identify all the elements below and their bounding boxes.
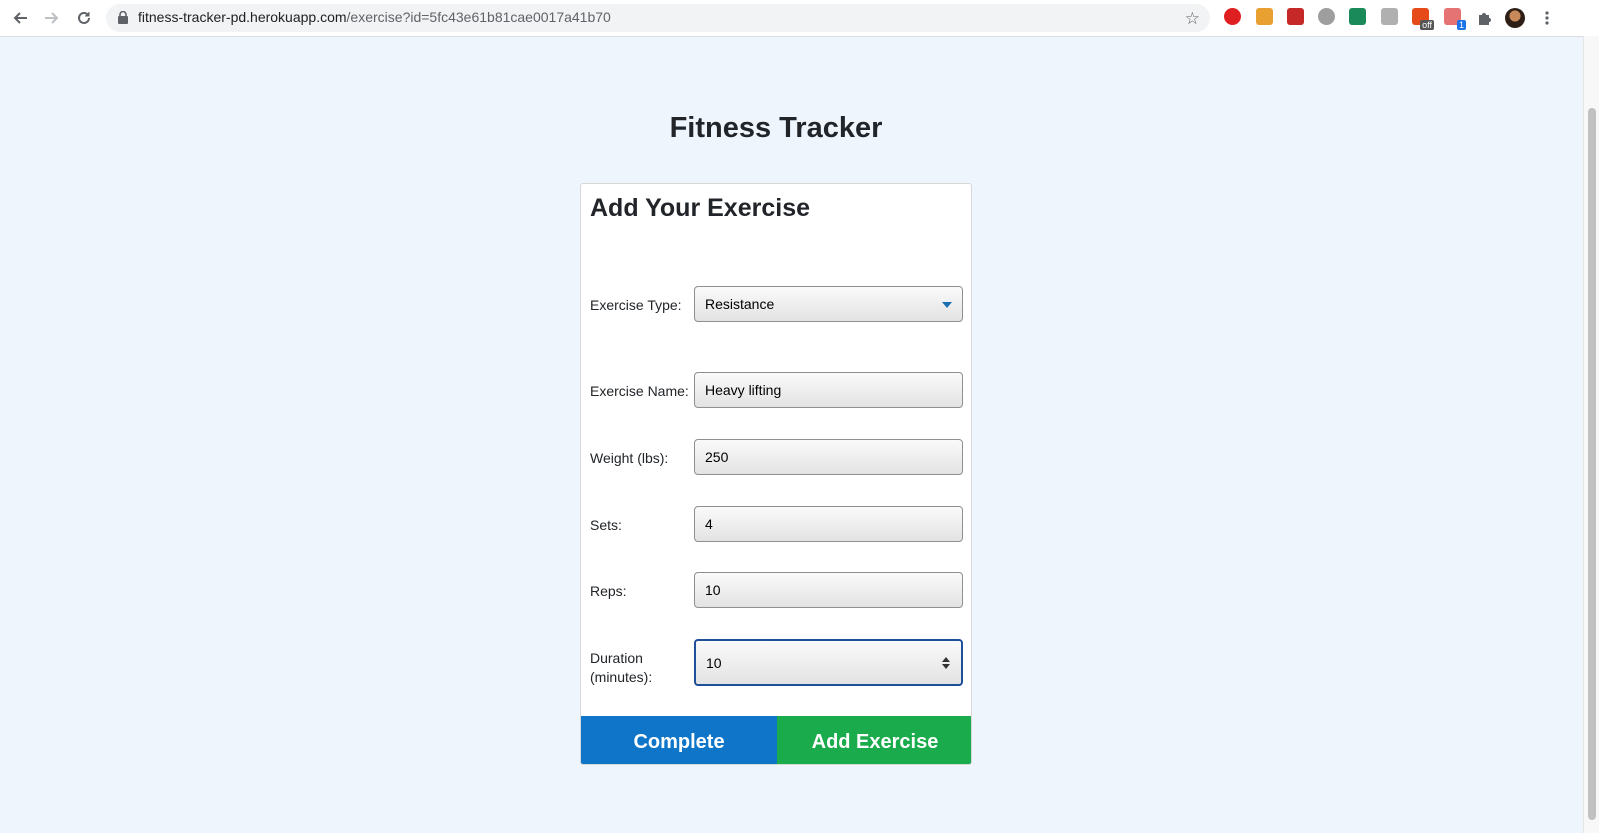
- duration-label: Duration (minutes):: [590, 649, 652, 687]
- browser-toolbar: fitness-tracker-pd.herokuapp.com/exercis…: [0, 0, 1599, 37]
- reps-input[interactable]: [695, 573, 962, 607]
- url-text: fitness-tracker-pd.herokuapp.com/exercis…: [138, 9, 611, 25]
- sets-input[interactable]: [695, 507, 962, 541]
- scrollbar-thumb[interactable]: [1588, 108, 1596, 820]
- puzzle-extensions-icon[interactable]: [1472, 6, 1496, 30]
- number-spinner-icon[interactable]: [942, 657, 950, 669]
- duration-label-line2: (minutes):: [590, 669, 653, 685]
- duration-label-line1: Duration: [590, 650, 643, 666]
- reload-icon[interactable]: [72, 6, 96, 30]
- exercise-type-label: Exercise Type:: [590, 297, 682, 313]
- add-exercise-button[interactable]: Add Exercise: [777, 716, 971, 764]
- chevron-down-icon: [942, 302, 952, 308]
- extension-gray-bubble-icon[interactable]: [1318, 8, 1335, 25]
- add-exercise-card: Add Your Exercise Exercise Type: Resista…: [580, 183, 972, 765]
- page-title: Fitness Tracker: [669, 112, 883, 144]
- weight-input[interactable]: [695, 440, 962, 474]
- sets-label: Sets:: [590, 517, 622, 533]
- exercise-name-field: [694, 372, 963, 408]
- exercise-type-select[interactable]: Resistance: [694, 286, 963, 322]
- extension-off-badge-icon[interactable]: off: [1412, 8, 1434, 30]
- form-heading: Add Your Exercise: [590, 194, 810, 222]
- address-bar[interactable]: fitness-tracker-pd.herokuapp.com/exercis…: [106, 4, 1210, 32]
- extension-gray-icon[interactable]: [1381, 8, 1398, 25]
- complete-button[interactable]: Complete: [581, 716, 777, 764]
- extension-badge: 1: [1456, 20, 1466, 30]
- bookmark-star-icon[interactable]: ☆: [1185, 9, 1200, 29]
- lock-icon: [118, 11, 128, 24]
- extension-red-book-icon[interactable]: [1287, 8, 1304, 25]
- extension-red-icon[interactable]: [1224, 8, 1241, 25]
- more-menu-icon[interactable]: [1535, 6, 1559, 30]
- back-arrow-icon[interactable]: [8, 6, 32, 30]
- sets-field: [694, 506, 963, 542]
- exercise-type-value: Resistance: [705, 296, 775, 312]
- extension-green-icon[interactable]: [1349, 8, 1366, 25]
- duration-field: [694, 639, 963, 686]
- url-host: fitness-tracker-pd.herokuapp.com: [138, 9, 347, 25]
- reps-field: [694, 572, 963, 608]
- extension-badge: off: [1420, 20, 1434, 30]
- url-path: /exercise?id=5fc43e61b81cae0017a41b70: [346, 9, 611, 25]
- weight-field: [694, 439, 963, 475]
- forward-arrow-icon[interactable]: [40, 6, 64, 30]
- profile-avatar[interactable]: [1503, 6, 1527, 30]
- extension-rainbow-icon[interactable]: [1256, 8, 1273, 25]
- weight-label: Weight (lbs):: [590, 450, 669, 466]
- extension-blue-badge-icon[interactable]: 1: [1444, 8, 1466, 30]
- exercise-name-input[interactable]: [695, 373, 962, 407]
- reps-label: Reps:: [590, 583, 627, 599]
- exercise-name-label: Exercise Name:: [590, 383, 689, 399]
- duration-input[interactable]: [696, 641, 961, 684]
